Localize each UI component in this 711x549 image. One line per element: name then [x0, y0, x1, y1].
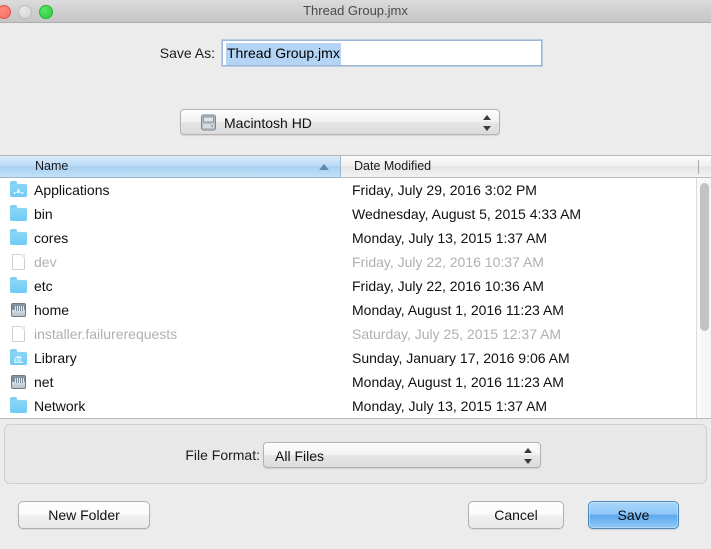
drive-icon: [10, 302, 27, 318]
file-list: Name Date Modified Applications Friday, J…: [0, 155, 711, 419]
file-name: etc: [34, 278, 53, 294]
file-list-row[interactable]: Applications Friday, July 29, 2016 3:02 P…: [0, 178, 711, 202]
file-format-label: File Format:: [185, 447, 260, 463]
file-date-modified: Monday, July 13, 2015 1:37 AM: [352, 230, 548, 246]
file-name: bin: [34, 206, 53, 222]
file-name: dev: [34, 254, 57, 270]
save-as-row: Save As: Thread Group.jmx: [0, 40, 711, 66]
file-list-header: Name Date Modified: [0, 156, 711, 178]
file-list-row[interactable]: cores Monday, July 13, 2015 1:37 AM: [0, 226, 711, 250]
folder-icon: [10, 205, 27, 222]
save-button[interactable]: Save: [588, 501, 679, 529]
file-date-modified: Friday, July 29, 2016 3:02 PM: [352, 182, 537, 198]
file-name: net: [34, 374, 54, 390]
chevron-updown-icon: [483, 114, 492, 132]
column-header-date-modified[interactable]: Date Modified: [341, 156, 711, 178]
file-list-row[interactable]: dev Friday, July 22, 2016 10:37 AM: [0, 250, 711, 274]
location-dropdown-value: Macintosh HD: [224, 115, 312, 131]
drive-icon: [10, 374, 27, 390]
column-resize-handle[interactable]: [698, 160, 699, 174]
file-date-modified: Friday, July 22, 2016 10:37 AM: [352, 254, 544, 270]
file-list-row[interactable]: installer.failurerequests Saturday, July …: [0, 322, 711, 346]
file-name: installer.failurerequests: [34, 326, 178, 342]
file-date-modified: Wednesday, August 5, 2015 4:33 AM: [352, 206, 582, 222]
file-name: Network: [34, 398, 86, 414]
column-header-name[interactable]: Name: [0, 156, 341, 178]
file-list-row[interactable]: Network Monday, July 13, 2015 1:37 AM: [0, 394, 711, 418]
folder-library-icon: [10, 349, 27, 366]
new-folder-button[interactable]: New Folder: [18, 501, 150, 529]
file-date-modified: Monday, August 1, 2016 11:23 AM: [352, 374, 564, 390]
folder-icon: [10, 397, 27, 414]
file-list-row[interactable]: net Monday, August 1, 2016 11:23 AM: [0, 370, 711, 394]
file-list-row[interactable]: Library Sunday, January 17, 2016 9:06 AM: [0, 346, 711, 370]
location-dropdown[interactable]: Macintosh HD: [180, 109, 500, 135]
file-date-modified: Friday, July 22, 2016 10:36 AM: [352, 278, 544, 294]
vertical-scrollbar[interactable]: [696, 178, 711, 418]
file-date-modified: Saturday, July 25, 2015 12:37 AM: [352, 326, 562, 342]
file-list-row[interactable]: bin Wednesday, August 5, 2015 4:33 AM: [0, 202, 711, 226]
file-list-row[interactable]: etc Friday, July 22, 2016 10:36 AM: [0, 274, 711, 298]
file-format-panel: File Format: All Files: [4, 424, 707, 484]
file-format-dropdown[interactable]: All Files: [263, 442, 541, 468]
file-format-dropdown-value: All Files: [275, 448, 325, 464]
folder-icon: [10, 277, 27, 294]
file-name: cores: [34, 230, 69, 246]
document-icon: [10, 254, 27, 270]
folder-applications-icon: [10, 181, 27, 198]
sort-ascending-arrow-icon: [319, 164, 329, 170]
vertical-scrollbar-thumb[interactable]: [700, 183, 709, 331]
file-date-modified: Monday, August 1, 2016 11:23 AM: [352, 302, 564, 318]
file-list-rows: Applications Friday, July 29, 2016 3:02 P…: [0, 178, 711, 418]
cancel-button[interactable]: Cancel: [468, 501, 564, 529]
save-dialog-window: Thread Group.jmx Save As: Thread Group.j…: [0, 0, 711, 549]
column-header-name-label: Name: [35, 159, 69, 173]
file-list-row[interactable]: home Monday, August 1, 2016 11:23 AM: [0, 298, 711, 322]
folder-icon: [10, 229, 27, 246]
hard-drive-icon: [201, 114, 216, 131]
save-as-label: Save As:: [159, 45, 215, 61]
save-as-input-value: Thread Group.jmx: [226, 43, 341, 65]
title-bar: Thread Group.jmx: [0, 0, 711, 23]
column-header-date-label: Date Modified: [354, 159, 432, 173]
file-name: home: [34, 302, 70, 318]
chevron-updown-icon: [524, 447, 533, 465]
save-as-input[interactable]: Thread Group.jmx: [222, 40, 542, 66]
file-name: Applications: [34, 182, 110, 198]
file-date-modified: Sunday, January 17, 2016 9:06 AM: [352, 350, 570, 366]
window-title: Thread Group.jmx: [303, 3, 408, 18]
file-name: Library: [34, 350, 77, 366]
document-icon: [10, 326, 27, 342]
file-date-modified: Monday, July 13, 2015 1:37 AM: [352, 398, 548, 414]
